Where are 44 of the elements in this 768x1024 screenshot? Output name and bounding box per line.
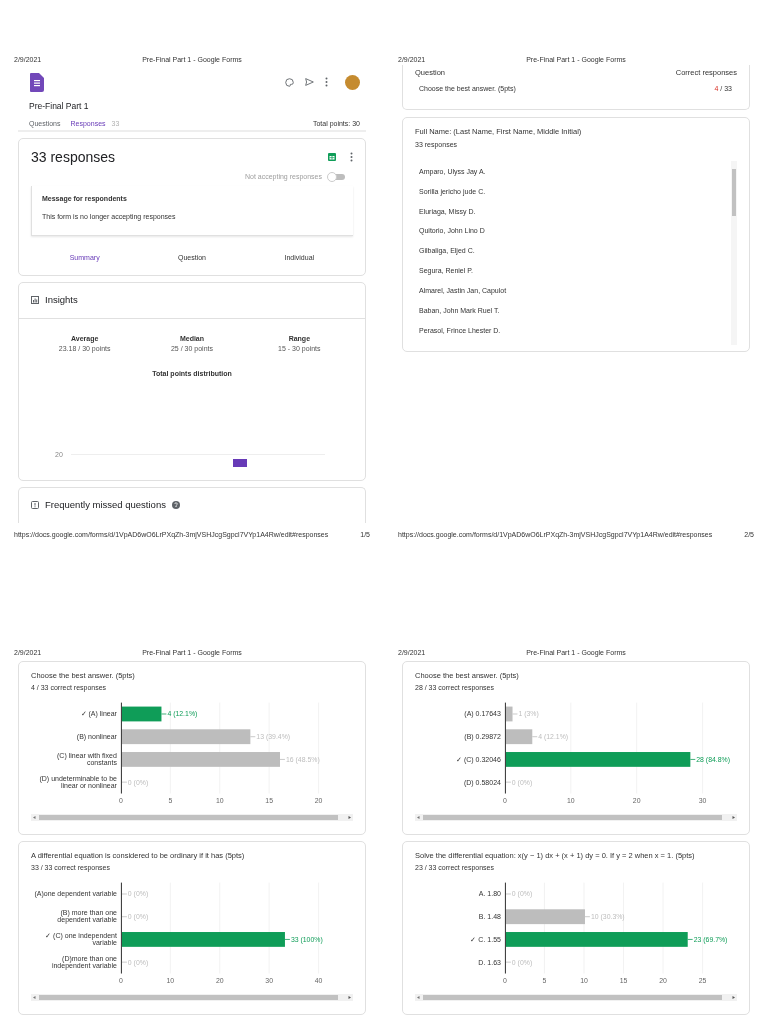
avatar[interactable]	[345, 74, 360, 90]
scrollbar[interactable]	[731, 160, 737, 345]
leader-line	[121, 781, 128, 783]
alert-icon	[31, 501, 39, 510]
scroll-left-icon[interactable]	[33, 995, 36, 999]
spreadsheet-icon[interactable]	[328, 153, 336, 162]
scrollbar[interactable]	[415, 813, 737, 821]
leader-line	[584, 916, 591, 917]
leader-line	[505, 781, 512, 783]
leader-line	[531, 736, 538, 737]
bar	[505, 729, 533, 744]
more-options-icon[interactable]	[350, 152, 353, 163]
missed-questions-heading: Frequently missed questions	[45, 498, 166, 513]
bar	[505, 706, 513, 722]
insights-icon	[31, 296, 39, 305]
leader-line	[279, 758, 286, 760]
bar	[121, 706, 162, 722]
palette-icon[interactable]	[285, 77, 294, 87]
more-options-icon[interactable]	[325, 77, 328, 87]
leader-line	[121, 916, 128, 917]
scroll-left-icon[interactable]	[417, 995, 420, 999]
send-icon[interactable]	[305, 78, 314, 86]
help-icon[interactable]	[171, 501, 180, 510]
leader-line	[505, 961, 512, 963]
leader-line	[284, 938, 291, 940]
scroll-right-icon[interactable]	[732, 995, 735, 999]
scroll-right-icon[interactable]	[348, 815, 351, 819]
insights-heading: Insights	[45, 293, 78, 308]
leader-line	[121, 961, 128, 963]
responses-heading: 33 responses	[31, 147, 116, 167]
leader-line	[161, 713, 167, 715]
leader-line	[687, 938, 693, 940]
scrollbar[interactable]	[31, 813, 353, 821]
scrollbar[interactable]	[31, 993, 353, 1001]
scrollbar[interactable]	[415, 993, 737, 1001]
accepting-toggle[interactable]	[328, 174, 345, 180]
scroll-left-icon[interactable]	[417, 815, 420, 819]
leader-line	[689, 758, 696, 760]
form-title: Pre-Final Part 1	[28, 100, 90, 113]
scroll-left-icon[interactable]	[33, 815, 36, 819]
leader-line	[249, 736, 256, 737]
forms-logo-icon[interactable]	[30, 72, 44, 92]
scroll-right-icon[interactable]	[732, 815, 735, 819]
scroll-right-icon[interactable]	[348, 995, 351, 999]
